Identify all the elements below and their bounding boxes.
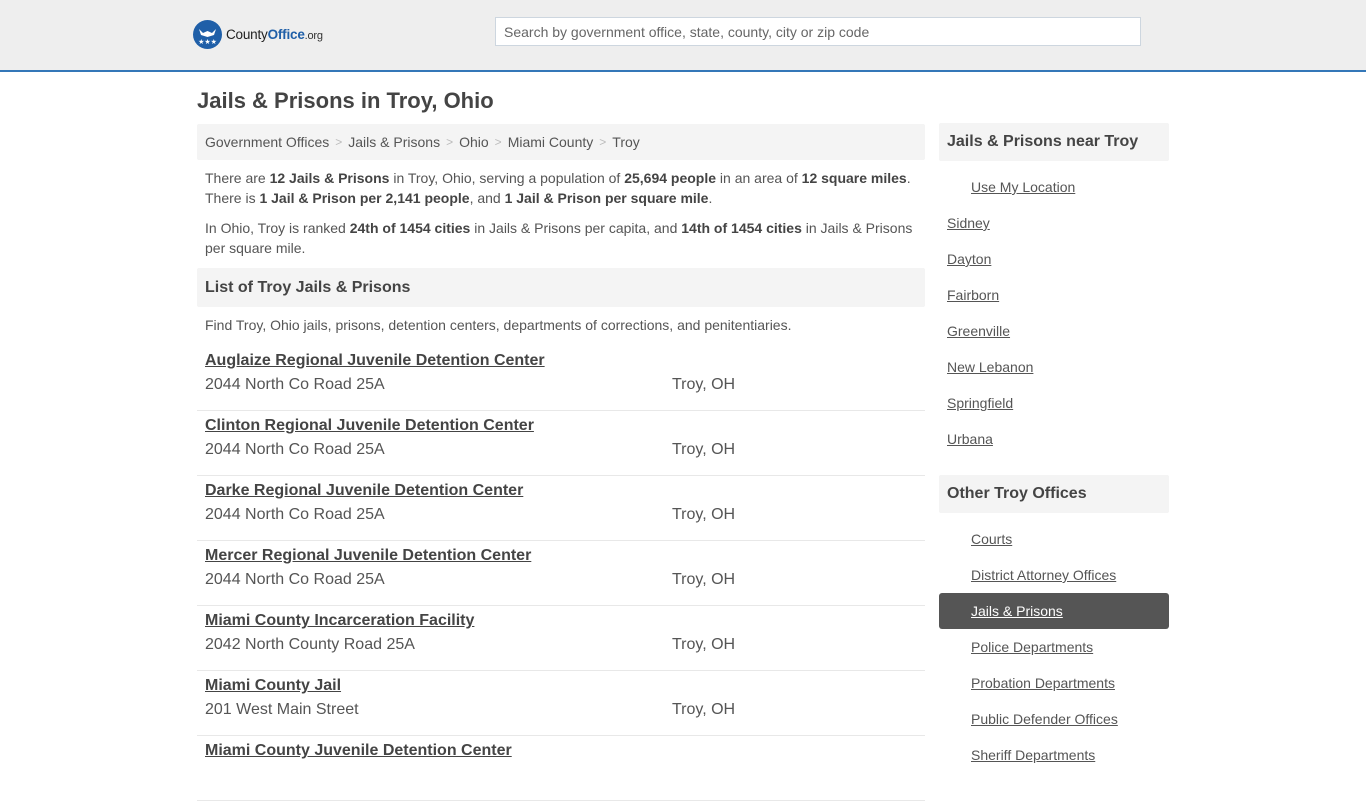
nearby-city-item: Urbana [939, 421, 1169, 457]
facility-list: Auglaize Regional Juvenile Detention Cen… [197, 346, 925, 801]
list-item: Darke Regional Juvenile Detention Center… [197, 476, 925, 541]
site-header: ★★★ CountyOffice.org [0, 0, 1366, 72]
facility-city: Troy, OH [672, 376, 736, 393]
office-item: Probation Departments [939, 665, 1169, 701]
facility-city: Troy, OH [672, 571, 736, 588]
svg-text:★★★: ★★★ [198, 38, 217, 46]
facility-link[interactable]: Auglaize Regional Juvenile Detention Cen… [205, 351, 545, 371]
facility-link[interactable]: Darke Regional Juvenile Detention Center [205, 481, 523, 501]
list-item: Clinton Regional Juvenile Detention Cent… [197, 411, 925, 476]
office-link-police[interactable]: Police Departments [971, 639, 1093, 655]
breadcrumb-separator: > [494, 135, 502, 149]
main-content: Government Offices > Jails & Prisons > O… [197, 124, 925, 801]
facility-address: 2044 North Co Road 25A [205, 571, 385, 588]
office-link-jails-prisons[interactable]: Jails & Prisons [971, 603, 1063, 619]
use-my-location-item: Use My Location [939, 169, 1169, 205]
search-input[interactable] [495, 17, 1141, 46]
facility-link[interactable]: Miami County Jail [205, 676, 341, 696]
intro-text: There are 12 Jails & Prisons in Troy, Oh… [197, 160, 925, 258]
facility-link[interactable]: Miami County Juvenile Detention Center [205, 741, 512, 761]
office-item: Police Departments [939, 629, 1169, 665]
list-item: Mercer Regional Juvenile Detention Cente… [197, 541, 925, 606]
office-link-probation[interactable]: Probation Departments [971, 675, 1115, 691]
facility-address: 201 West Main Street [205, 701, 359, 718]
breadcrumb-troy[interactable]: Troy [612, 134, 639, 150]
facility-link[interactable]: Miami County Incarceration Facility [205, 611, 474, 631]
sidebar: Jails & Prisons near Troy Use My Locatio… [939, 123, 1169, 773]
nearby-city-springfield[interactable]: Springfield [947, 395, 1013, 411]
facility-link[interactable]: Mercer Regional Juvenile Detention Cente… [205, 546, 531, 566]
office-link-public-defender[interactable]: Public Defender Offices [971, 711, 1118, 727]
facility-address: 2044 North Co Road 25A [205, 376, 385, 393]
facility-city: Troy, OH [672, 506, 736, 523]
logo-text: CountyOffice.org [226, 27, 323, 42]
office-item: Courts [939, 521, 1169, 557]
facility-address: 2042 North County Road 25A [205, 636, 415, 653]
nearby-city-item: Greenville [939, 313, 1169, 349]
use-my-location-link[interactable]: Use My Location [971, 179, 1075, 195]
office-item: Public Defender Offices [939, 701, 1169, 737]
nearby-city-new-lebanon[interactable]: New Lebanon [947, 359, 1033, 375]
breadcrumb-separator: > [446, 135, 454, 149]
office-item-active: Jails & Prisons [939, 593, 1169, 629]
list-item: Auglaize Regional Juvenile Detention Cen… [197, 346, 925, 411]
other-offices-title: Other Troy Offices [939, 475, 1169, 513]
list-item: Miami County Jail 201 West Main Street T… [197, 671, 925, 736]
breadcrumb-ohio[interactable]: Ohio [459, 134, 489, 150]
breadcrumb: Government Offices > Jails & Prisons > O… [197, 124, 925, 160]
facility-address: 2044 North Co Road 25A [205, 441, 385, 458]
facility-address: 2044 North Co Road 25A [205, 506, 385, 523]
office-link-sheriff[interactable]: Sheriff Departments [971, 747, 1095, 763]
facility-city: Troy, OH [672, 636, 736, 653]
facility-city: Troy, OH [672, 701, 736, 718]
other-offices-list: Courts District Attorney Offices Jails &… [939, 513, 1169, 773]
list-item: Miami County Incarceration Facility 2042… [197, 606, 925, 671]
nearby-city-sidney[interactable]: Sidney [947, 215, 990, 231]
list-item: Miami County Juvenile Detention Center [197, 736, 925, 801]
office-link-district-attorney[interactable]: District Attorney Offices [971, 567, 1116, 583]
facility-link[interactable]: Clinton Regional Juvenile Detention Cent… [205, 416, 534, 436]
intro-ranking-paragraph: In Ohio, Troy is ranked 24th of 1454 cit… [205, 220, 913, 256]
nearby-city-item: Sidney [939, 205, 1169, 241]
breadcrumb-separator: > [599, 135, 607, 149]
office-item: District Attorney Offices [939, 557, 1169, 593]
nearby-city-fairborn[interactable]: Fairborn [947, 287, 999, 303]
office-link-courts[interactable]: Courts [971, 531, 1012, 547]
page-title: Jails & Prisons in Troy, Ohio [197, 88, 494, 113]
nearby-city-dayton[interactable]: Dayton [947, 251, 991, 267]
nearby-title: Jails & Prisons near Troy [939, 123, 1169, 161]
nearby-list: Use My Location Sidney Dayton Fairborn G… [939, 161, 1169, 457]
breadcrumb-miami-county[interactable]: Miami County [508, 134, 594, 150]
nearby-city-greenville[interactable]: Greenville [947, 323, 1010, 339]
breadcrumb-separator: > [335, 135, 343, 149]
nearby-city-item: Dayton [939, 241, 1169, 277]
list-section-title: List of Troy Jails & Prisons [197, 268, 925, 307]
nearby-city-item: New Lebanon [939, 349, 1169, 385]
nearby-city-urbana[interactable]: Urbana [947, 431, 993, 447]
nearby-city-item: Fairborn [939, 277, 1169, 313]
breadcrumb-government-offices[interactable]: Government Offices [205, 134, 329, 150]
site-logo[interactable]: ★★★ CountyOffice.org [193, 20, 323, 49]
list-section-description: Find Troy, Ohio jails, prisons, detentio… [205, 317, 792, 333]
intro-stats-paragraph: There are 12 Jails & Prisons in Troy, Oh… [205, 170, 911, 206]
facility-city: Troy, OH [672, 441, 736, 458]
eagle-stars-logo-icon: ★★★ [193, 20, 222, 49]
nearby-city-item: Springfield [939, 385, 1169, 421]
breadcrumb-jails-prisons[interactable]: Jails & Prisons [348, 134, 440, 150]
